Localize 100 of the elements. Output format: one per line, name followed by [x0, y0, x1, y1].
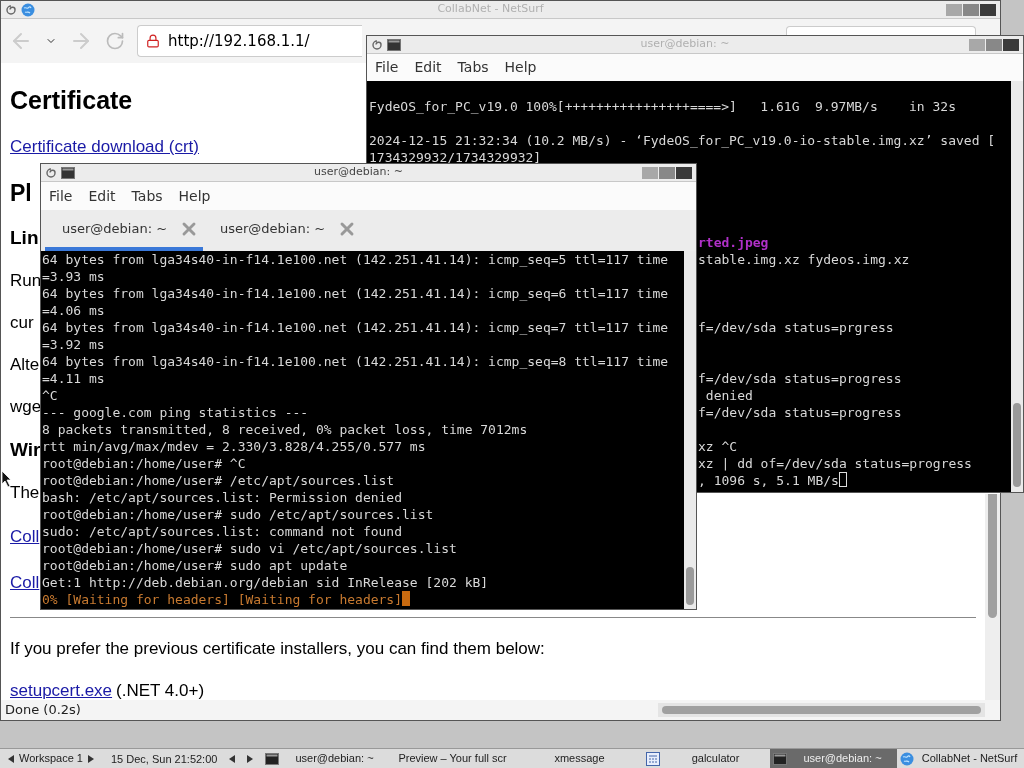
calculator-icon [646, 751, 660, 766]
globe-icon [900, 751, 914, 766]
terminal-icon [387, 38, 401, 51]
terminal-line: xz | dd of=/dev/sda status=progress [698, 455, 972, 472]
terminal-line: denied [704, 387, 753, 404]
task-button[interactable]: xmessage [516, 749, 643, 768]
link[interactable]: Coll [10, 524, 40, 550]
menu-item[interactable]: File [375, 57, 399, 78]
page-heading: Certificate [10, 85, 133, 117]
scrollbar[interactable] [1011, 81, 1023, 492]
terminal-line: 64 bytes from lga34s40-in-f14.1e100.net (142.251.41.14): icmp_seq=6 ttl=117 time [42, 285, 669, 302]
tab[interactable]: user@debian: ~ [45, 210, 203, 251]
terminal-line: xz ^C [698, 438, 738, 455]
terminal-line: =3.92 ms [42, 336, 105, 353]
terminal-line: f=/dev/sda status=progress [698, 370, 902, 387]
menu-item[interactable]: File [49, 185, 73, 207]
link[interactable]: setupcert.exe [10, 678, 113, 704]
window-title: user@debian: ~ [313, 164, 404, 181]
scroll-thumb[interactable] [988, 494, 997, 618]
minimize-button[interactable] [946, 3, 962, 16]
workspace-label[interactable]: Workspace 1 [19, 750, 83, 767]
terminal-line: root@debian:/home/user# sudo apt update [42, 557, 348, 574]
minimize-button[interactable] [642, 166, 658, 179]
terminal-line: FydeOS_for_PC_v19.0 100%[++++++++++++++++====>] 1.61G 9.97MB/s in 32s [369, 98, 956, 115]
close-button[interactable] [1003, 38, 1019, 51]
task-button[interactable]: user@debian: ~ [770, 749, 897, 768]
scroll-thumb[interactable] [1013, 403, 1021, 487]
swirl-icon[interactable] [5, 3, 17, 16]
paragraph: The [10, 482, 40, 505]
close-button[interactable] [980, 3, 996, 16]
terminal-line: bash: /etc/apt/sources.list: Permission denied [42, 489, 403, 506]
terminal-icon [265, 752, 279, 765]
link[interactable]: Coll [10, 570, 40, 596]
terminal-line: 64 bytes from lga34s40-in-f14.1e100.net (142.251.41.14): icmp_seq=5 ttl=117 time [42, 251, 669, 268]
minimize-button[interactable] [969, 38, 985, 51]
terminal-line: root@debian:/home/user# sudo vi /etc/apt/sources.list [42, 540, 457, 557]
terminal-line: root@debian:/home/user# sudo /etc/apt/sources.list [42, 506, 434, 523]
status-text: Done (0.2s) [4, 701, 82, 720]
terminal-line: --- google.com ping statistics --- [42, 404, 309, 421]
terminal-line: 1734329932/1734329932] [369, 149, 542, 166]
terminal-line: sudo: /etc/apt/sources.list: command not found [42, 523, 403, 540]
reload-icon[interactable] [105, 31, 125, 51]
terminal-line: rtt min/avg/max/mdev = 2.330/3.828/4.255/0.577 ms [42, 438, 426, 455]
menu-item[interactable]: Edit [414, 57, 442, 78]
page-heading: Wir [10, 437, 41, 462]
task-button[interactable]: galculator [643, 749, 770, 768]
terminal-line: =3.93 ms [42, 268, 105, 285]
right-arrow-icon[interactable] [88, 754, 94, 763]
globe-icon [21, 2, 35, 17]
menu-item[interactable]: Help [178, 185, 211, 207]
terminal-line: root@debian:/home/user# /etc/apt/sources.list [42, 472, 395, 489]
clock: 15 Dec, Sun 21:52:00 [110, 751, 219, 766]
url-field[interactable]: http://192.168.1.1/ [137, 25, 362, 57]
terminal-line: 64 bytes from lga34s40-in-f14.1e100.net (142.251.41.14): icmp_seq=7 ttl=117 time [42, 319, 669, 336]
task-button[interactable]: CollabNet - NetSurf [897, 749, 1024, 768]
link[interactable]: Certificate download (crt) [10, 134, 199, 160]
terminal-line: 2024-12-15 21:32:34 (10.2 MB/s) - ‘FydeOS_for_PC_v19.0-io-stable.img.xz’ saved [ [369, 132, 996, 149]
paragraph: If you prefer the previous certificate installers, you can find them below: [10, 638, 545, 661]
terminal-line: 64 bytes from lga34s40-in-f14.1e100.net (142.251.41.14): icmp_seq=8 ttl=117 time [42, 353, 669, 370]
terminal-line: =4.06 ms [42, 302, 105, 319]
left-arrow-icon[interactable] [8, 754, 14, 763]
paragraph: wge [10, 396, 42, 419]
menu-item[interactable]: Tabs [457, 57, 489, 78]
scrollbar[interactable] [985, 494, 1000, 700]
scrollbar[interactable] [684, 251, 696, 609]
close-button[interactable] [676, 166, 692, 179]
terminal-line: 0% [Waiting for headers] [Waiting for headers] [42, 591, 403, 608]
left-arrow-icon[interactable] [229, 754, 235, 763]
horizontal-scrollbar[interactable] [658, 703, 985, 717]
scroll-thumb[interactable] [662, 706, 981, 714]
paragraph: Run [10, 270, 42, 293]
swirl-icon[interactable] [45, 166, 57, 179]
scroll-thumb[interactable] [686, 567, 694, 605]
terminal-line: 8 packets transmitted, 8 received, 0% packet loss, time 7012ms [42, 421, 528, 438]
terminal-line: =4.11 ms [42, 370, 105, 387]
lock-icon [146, 34, 160, 48]
terminal-line: Get:1 http://deb.debian.org/debian sid InRelease [202 kB] [42, 574, 489, 591]
terminal-line: f=/dev/sda status=prgress [698, 319, 894, 336]
window-title: CollabNet - NetSurf [436, 1, 545, 18]
terminal-line: f=/dev/sda status=progress [698, 404, 902, 421]
terminal-line: root@debian:/home/user# ^C [42, 455, 246, 472]
terminal-line: , 1096 s, 5.1 MB/s [698, 472, 839, 489]
terminal-line: stable.img.xz fydeos.img.xz [698, 251, 910, 268]
terminal-line: rted.jpeg [698, 234, 769, 251]
tab[interactable]: user@debian: ~ [203, 210, 361, 251]
paragraph: cur [10, 312, 34, 335]
menu-item[interactable]: Tabs [131, 185, 163, 207]
swirl-icon[interactable] [371, 38, 383, 51]
right-arrow-icon[interactable] [247, 754, 253, 763]
terminal-icon [61, 166, 75, 179]
link-note: (.NET 4.0+) [116, 680, 205, 703]
task-button[interactable]: user@debian: ~ [262, 749, 389, 768]
paragraph: Alte [10, 354, 40, 377]
terminal-line: ^C [42, 387, 58, 404]
menu-item[interactable]: Edit [88, 185, 116, 207]
menu-item[interactable]: Help [504, 57, 537, 78]
page-heading: Pl [10, 178, 32, 208]
task-button[interactable]: Preview – Your full scr [389, 749, 516, 768]
page-heading: Lin [10, 225, 39, 250]
window-title: user@debian: ~ [639, 36, 731, 53]
